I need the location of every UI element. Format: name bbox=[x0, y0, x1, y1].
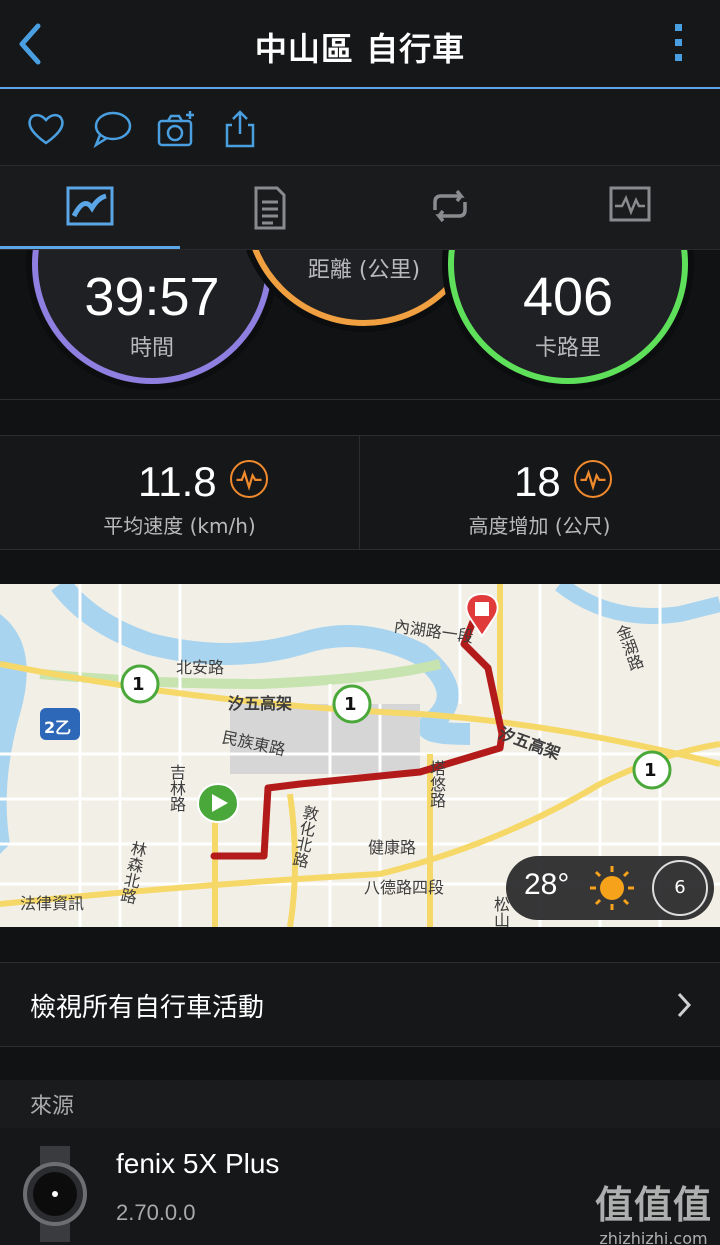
device-name: fenix 5X Plus bbox=[116, 1148, 280, 1179]
map-label: 八德路四段 bbox=[364, 878, 445, 897]
map-label: 健康路 bbox=[368, 838, 417, 857]
avg-speed-stat: 11.8 平均速度 (km/h) bbox=[0, 436, 359, 550]
time-circle: 39:57 時間 bbox=[32, 250, 272, 384]
tab-charts[interactable] bbox=[540, 166, 720, 250]
time-label: 時間 bbox=[129, 336, 174, 361]
watermark-logo: 值值值 bbox=[594, 1183, 712, 1227]
laps-icon bbox=[433, 189, 467, 223]
stats-row: 11.8 平均速度 (km/h) 18 高度增加 (公尺) bbox=[0, 435, 720, 550]
elevation-gain-value: 18 bbox=[514, 458, 561, 505]
highway-badge: 1 bbox=[344, 694, 357, 715]
watermark-url: zhizhizhi.com bbox=[599, 1229, 708, 1245]
map-label: 北安路 bbox=[176, 658, 225, 677]
active-tab-indicator bbox=[0, 246, 180, 249]
action-bar bbox=[0, 89, 720, 166]
elevation-gain-label: 高度增加 (公尺) bbox=[468, 514, 611, 538]
map-label: 吉林路 bbox=[167, 764, 186, 812]
document-icon bbox=[254, 186, 286, 230]
elevation-gain-stat: 18 高度增加 (公尺) bbox=[360, 436, 719, 550]
view-all-rides-row[interactable]: 檢視所有自行車活動 bbox=[0, 962, 720, 1047]
heart-rate-icon bbox=[574, 460, 612, 498]
time-value: 39:57 bbox=[84, 267, 220, 327]
tab-laps[interactable] bbox=[360, 166, 540, 250]
route-map[interactable]: 1 1 1 2乙 北安路 汐五高架 民族東路 吉林路 林森北路 法律資訊 敦化北… bbox=[0, 584, 720, 927]
map-label: 汐五高架 bbox=[228, 694, 293, 713]
watch-icon bbox=[23, 1146, 87, 1242]
sun-icon bbox=[590, 866, 634, 910]
calories-value: 406 bbox=[522, 267, 614, 327]
avg-speed-value: 11.8 bbox=[138, 458, 217, 505]
map-label: 法律資訊 bbox=[20, 894, 85, 913]
page-title: 中山區 自行車 bbox=[254, 30, 466, 68]
circles-divider bbox=[0, 399, 720, 400]
tab-details[interactable] bbox=[180, 166, 360, 250]
distance-label: 距離 (公里) bbox=[307, 258, 421, 283]
top-bar: 中山區 自行車 bbox=[0, 0, 720, 88]
tab-overview[interactable] bbox=[0, 166, 180, 250]
map-label: 塔悠路 bbox=[427, 760, 446, 808]
overview-icon bbox=[66, 186, 114, 226]
view-all-rides-label: 檢視所有自行車活動 bbox=[30, 993, 265, 1023]
wind-compass-icon: 6 bbox=[652, 860, 708, 916]
tab-bar bbox=[0, 166, 720, 250]
highway-badge: 2乙 bbox=[44, 718, 72, 737]
device-row[interactable]: fenix 5X Plus 2.70.0.0 值值值 zhizhizhi.com bbox=[0, 1128, 720, 1245]
calories-circle: 406 卡路里 bbox=[448, 250, 688, 384]
highway-badge: 1 bbox=[132, 674, 145, 695]
heart-icon[interactable] bbox=[26, 109, 66, 149]
add-photo-icon[interactable] bbox=[156, 109, 196, 149]
chevron-right-icon bbox=[677, 992, 692, 1018]
source-label: 來源 bbox=[30, 1094, 75, 1119]
source-section-header: 來源 bbox=[0, 1080, 720, 1128]
summary-circles: 39:57 時間 距離 (公里) 406 卡路里 bbox=[0, 250, 720, 400]
share-icon[interactable] bbox=[220, 109, 260, 149]
wind-value: 6 bbox=[674, 877, 686, 898]
heart-rate-icon bbox=[230, 460, 268, 498]
chart-icon bbox=[609, 186, 651, 222]
calories-label: 卡路里 bbox=[534, 336, 601, 361]
comment-icon[interactable] bbox=[92, 109, 132, 149]
weather-widget[interactable]: 28° 6 bbox=[506, 856, 714, 920]
highway-badge: 1 bbox=[644, 760, 657, 781]
avg-speed-label: 平均速度 (km/h) bbox=[103, 514, 256, 538]
watermark: 值值值 zhizhizhi.com bbox=[595, 1174, 712, 1245]
more-options-icon[interactable] bbox=[672, 24, 684, 68]
device-version: 2.70.0.0 bbox=[116, 1200, 196, 1225]
temperature-value: 28° bbox=[524, 868, 570, 901]
